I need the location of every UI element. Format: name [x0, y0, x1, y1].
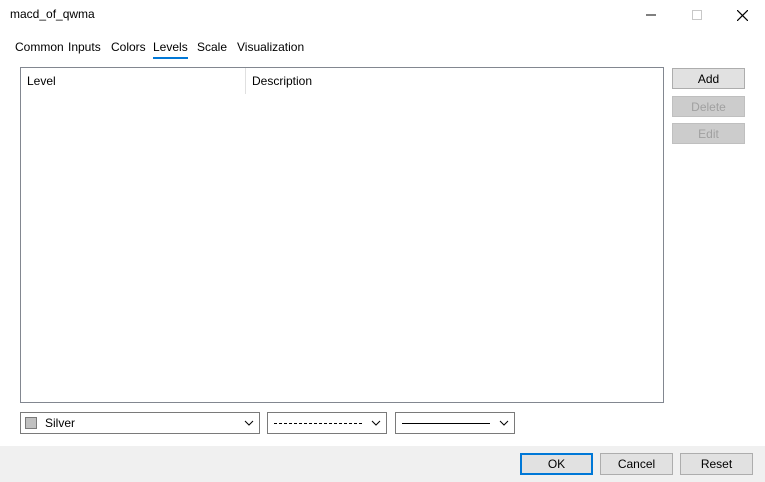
reset-button[interactable]: Reset: [680, 453, 753, 475]
column-header-description[interactable]: Description: [246, 68, 546, 94]
chevron-down-icon: [498, 416, 510, 430]
minimize-icon: [646, 14, 656, 16]
chevron-down-icon: [370, 416, 382, 430]
cancel-button[interactable]: Cancel: [600, 453, 673, 475]
color-swatch: [25, 417, 37, 429]
minimize-button[interactable]: [628, 0, 674, 30]
tab-bar: Common Inputs Colors Levels Scale Visual…: [0, 37, 765, 59]
tab-colors[interactable]: Colors: [111, 40, 146, 57]
maximize-icon: [692, 10, 702, 20]
tab-common[interactable]: Common: [15, 40, 64, 57]
levels-list[interactable]: Level Description: [20, 67, 664, 403]
solid-line-preview: [402, 423, 490, 424]
add-button[interactable]: Add: [672, 68, 745, 89]
maximize-button[interactable]: [674, 0, 720, 30]
dashed-line-preview: [274, 423, 362, 424]
color-select[interactable]: Silver: [20, 412, 260, 434]
line-style-select[interactable]: [267, 412, 387, 434]
close-button[interactable]: [719, 0, 765, 30]
tab-visualization[interactable]: Visualization: [237, 40, 304, 57]
dialog-window: macd_of_qwma Common Inputs Colors Levels…: [0, 0, 765, 482]
tab-scale[interactable]: Scale: [197, 40, 227, 57]
color-select-value: Silver: [45, 416, 76, 430]
line-width-select[interactable]: [395, 412, 515, 434]
edit-button[interactable]: Edit: [672, 123, 745, 144]
ok-button[interactable]: OK: [520, 453, 593, 475]
delete-button[interactable]: Delete: [672, 96, 745, 117]
list-header: Level Description: [21, 68, 663, 94]
tab-levels[interactable]: Levels: [153, 40, 188, 59]
close-icon: [736, 9, 748, 21]
column-header-level[interactable]: Level: [21, 68, 246, 94]
tab-inputs[interactable]: Inputs: [68, 40, 101, 57]
title-bar: macd_of_qwma: [0, 0, 765, 30]
window-title: macd_of_qwma: [10, 7, 95, 21]
chevron-down-icon: [243, 416, 255, 430]
